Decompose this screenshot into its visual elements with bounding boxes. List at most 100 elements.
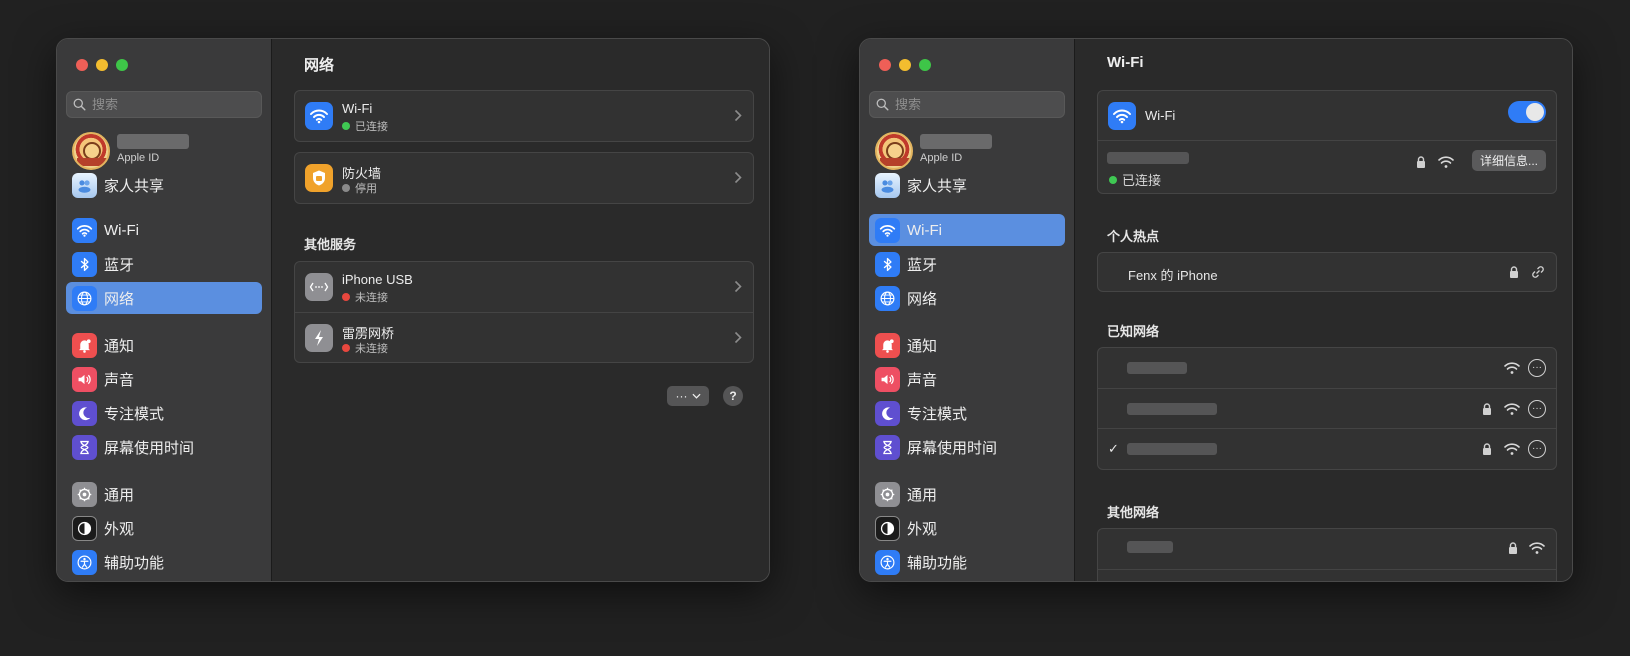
sidebar-item-notifications[interactable]: 通知 (869, 329, 1065, 361)
sidebar-item-accessibility[interactable]: 辅助功能 (869, 546, 1065, 578)
sidebar-item-bluetooth[interactable]: 蓝牙 (66, 248, 262, 280)
sidebar-item-label: 通用 (104, 486, 135, 504)
sidebar-item-label: 蓝牙 (907, 256, 938, 274)
apple-id-account[interactable]: Apple ID (72, 132, 262, 170)
sidebar-item-family[interactable]: 家人共享 (66, 169, 262, 201)
minimize-button[interactable] (899, 59, 911, 71)
known-network-row[interactable]: ··· (1098, 388, 1556, 428)
connection-status: 已连接 (1109, 170, 1161, 189)
details-button[interactable]: 详细信息... (1471, 150, 1546, 171)
sidebar-item-screentime[interactable]: 屏幕使用时间 (66, 431, 262, 463)
chevron-right-icon (734, 280, 742, 293)
section-title-other-networks: 其他网络 (1107, 505, 1160, 520)
lock-icon (1417, 156, 1425, 168)
sidebar-item-focus[interactable]: 专注模式 (66, 397, 262, 429)
search-input[interactable] (895, 97, 1055, 112)
wifi-icon (875, 217, 900, 243)
sidebar-item-label: 通知 (104, 337, 135, 355)
zoom-button[interactable] (116, 59, 128, 71)
minimize-button[interactable] (96, 59, 108, 71)
wifi-main-group: Wi-Fi 已连接 详细信息... (1097, 90, 1557, 194)
sidebar-item-screentime[interactable]: 屏幕使用时间 (869, 431, 1065, 463)
sidebar-item-label: 网络 (104, 290, 135, 308)
sidebar-item-label: 屏幕使用时间 (104, 439, 195, 457)
wifi-icon (1108, 102, 1136, 130)
other-networks-group (1097, 528, 1557, 581)
page-title: Wi-Fi (1107, 54, 1144, 71)
service-row-iphone-usb[interactable]: iPhone USB 未连接 (295, 262, 753, 312)
more-options-icon[interactable]: ··· (1528, 400, 1546, 418)
more-actions-button[interactable]: ··· (667, 386, 709, 406)
wifi-toggle[interactable] (1508, 101, 1546, 123)
sidebar-item-appearance[interactable]: 外观 (869, 512, 1065, 544)
account-name-redacted (920, 134, 992, 149)
account-name-redacted (117, 134, 189, 149)
sidebar-item-wifi[interactable]: Wi-Fi (869, 214, 1065, 246)
more-options-icon[interactable]: ··· (1528, 359, 1546, 377)
network-name-redacted (1127, 541, 1173, 553)
hotspot-name: Fenx 的 iPhone (1128, 268, 1218, 283)
close-button[interactable] (76, 59, 88, 71)
window-controls (879, 59, 931, 71)
lock-icon (1483, 403, 1491, 415)
window-controls (76, 59, 128, 71)
more-options-icon[interactable]: ··· (1528, 440, 1546, 458)
network-name-redacted (1127, 443, 1217, 455)
service-group-wifi: Wi-Fi 已连接 (294, 90, 754, 142)
lock-icon (1510, 266, 1518, 278)
sidebar-item-network[interactable]: 网络 (66, 282, 262, 314)
close-button[interactable] (879, 59, 891, 71)
sidebar-item-label: 专注模式 (907, 405, 968, 423)
speaker-icon (72, 366, 97, 392)
service-row-thunderbolt-bridge[interactable]: 雷雳网桥 未连接 (295, 312, 753, 362)
chevron-right-icon (734, 109, 742, 122)
known-network-row[interactable]: ··· (1098, 348, 1556, 388)
network-pane: 网络 Wi-Fi 已连接 防火墙 停用 其他服务 iPhone USB 未连接 (273, 39, 769, 581)
sidebar-item-bluetooth[interactable]: 蓝牙 (869, 248, 1065, 280)
known-network-row-current[interactable]: ✓ ··· (1098, 428, 1556, 468)
search-field[interactable] (869, 91, 1065, 118)
status-text: 未连接 (355, 292, 388, 304)
service-group-firewall: 防火墙 停用 (294, 152, 754, 204)
sidebar-item-notifications[interactable]: 通知 (66, 329, 262, 361)
search-field[interactable] (66, 91, 262, 118)
sidebar-item-family[interactable]: 家人共享 (869, 169, 1065, 201)
sidebar-item-focus[interactable]: 专注模式 (869, 397, 1065, 429)
apple-id-account[interactable]: Apple ID (875, 132, 1065, 170)
sidebar-item-accessibility[interactable]: 辅助功能 (66, 546, 262, 578)
sidebar-item-general[interactable]: 通用 (869, 478, 1065, 510)
known-networks-group: ··· ··· ✓ ··· (1097, 347, 1557, 470)
moon-icon (72, 400, 97, 426)
search-icon (876, 98, 889, 111)
thunderbolt-icon (305, 324, 333, 352)
sidebar-item-appearance[interactable]: 外观 (66, 512, 262, 544)
wifi-signal-icon (1504, 403, 1520, 415)
sidebar-item-wifi[interactable]: Wi-Fi (66, 214, 262, 246)
sidebar-item-label: 辅助功能 (104, 554, 165, 572)
gear-icon (875, 481, 900, 507)
zoom-button[interactable] (919, 59, 931, 71)
hotspot-row[interactable]: Fenx 的 iPhone (1098, 253, 1556, 293)
firewall-shield-icon (305, 164, 333, 192)
lock-icon (1483, 443, 1491, 455)
service-row-wifi[interactable]: Wi-Fi 已连接 (295, 91, 753, 141)
search-icon (73, 98, 86, 111)
other-network-row[interactable] (1098, 569, 1556, 581)
network-name-redacted (1127, 362, 1187, 374)
search-input[interactable] (92, 97, 252, 112)
sidebar-item-sound[interactable]: 声音 (66, 363, 262, 395)
sidebar-item-label: 声音 (104, 371, 135, 389)
help-button[interactable]: ? (723, 386, 743, 406)
appearance-icon (72, 515, 97, 541)
sidebar-item-general[interactable]: 通用 (66, 478, 262, 510)
network-settings-window: Apple ID 家人共享 Wi-Fi 蓝牙 网络 通知 声音 专注模式 (56, 38, 770, 582)
other-network-row[interactable] (1098, 529, 1556, 569)
link-icon (1532, 266, 1544, 278)
sidebar-item-network[interactable]: 网络 (869, 282, 1065, 314)
sidebar-item-label: 外观 (104, 520, 135, 538)
service-row-firewall[interactable]: 防火墙 停用 (295, 153, 753, 203)
connected-network-row: 已连接 详细信息... (1098, 142, 1556, 194)
sidebar-item-sound[interactable]: 声音 (869, 363, 1065, 395)
wifi-pane: Wi-Fi Wi-Fi 已连接 详细信息... 个人热点 Fenx 的 iPho… (1076, 39, 1572, 581)
status-text: 未连接 (355, 343, 388, 355)
